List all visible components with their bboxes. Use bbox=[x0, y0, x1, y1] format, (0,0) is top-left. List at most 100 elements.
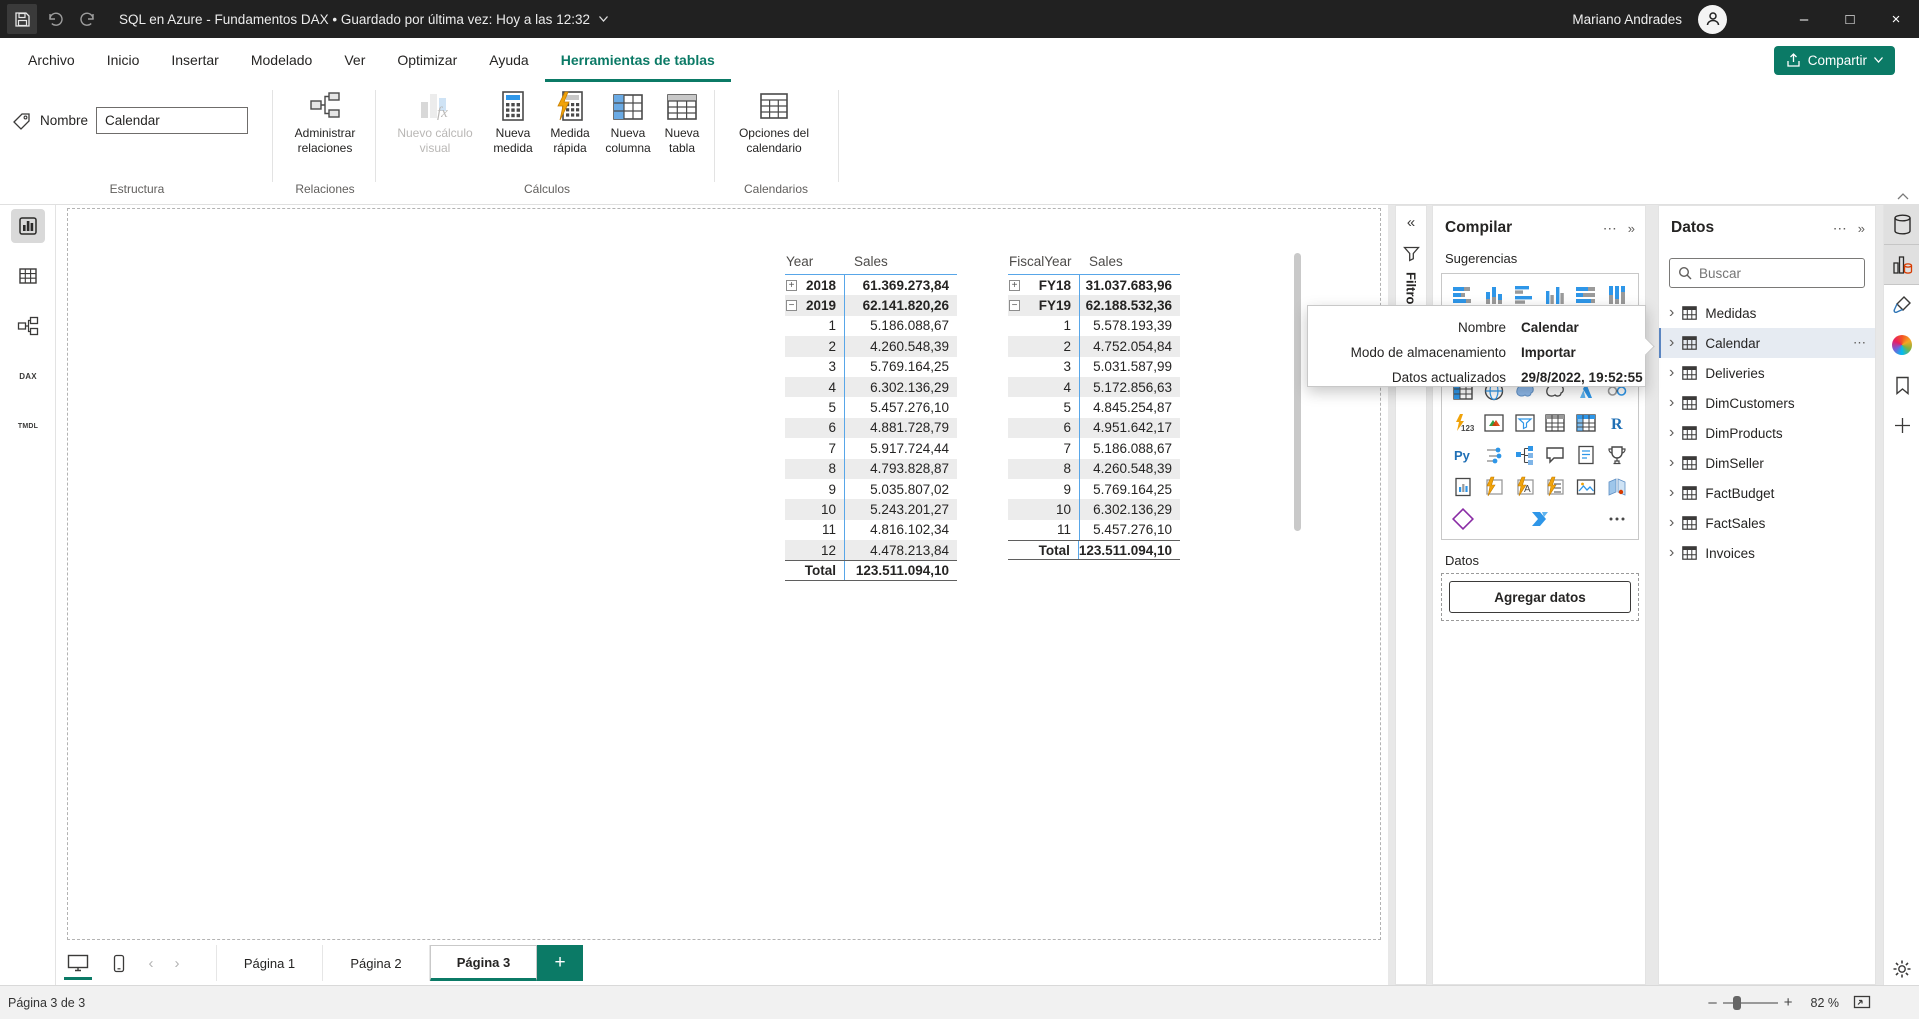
column-header[interactable]: Year bbox=[785, 248, 845, 274]
data-pane-more-button[interactable]: ⋯ bbox=[1833, 220, 1848, 237]
menu-tab-modelado[interactable]: Modelado bbox=[235, 38, 329, 82]
field-list-item-dimproducts[interactable]: › DimProducts bbox=[1659, 418, 1875, 448]
copilot-button[interactable] bbox=[1884, 325, 1919, 365]
menu-tab-optimizar[interactable]: Optimizar bbox=[381, 38, 473, 82]
table-row[interactable]: 75.917.724,44 bbox=[785, 438, 957, 458]
table-visual-fiscalyear[interactable]: FiscalYearSales+FY1831.037.683,96−FY1962… bbox=[1008, 248, 1180, 560]
table-row[interactable]: 46.302.136,29 bbox=[785, 377, 957, 397]
table-row[interactable]: 55.457.276,10 bbox=[785, 397, 957, 417]
table-row[interactable]: 35.031.587,99 bbox=[1008, 357, 1180, 377]
next-page-button[interactable]: › bbox=[164, 945, 190, 981]
new-table-button[interactable]: Nueva tabla bbox=[658, 86, 706, 155]
qa-icon[interactable] bbox=[1542, 442, 1568, 468]
chevron-right-icon[interactable]: › bbox=[1669, 484, 1674, 502]
menu-tab-herramientas-de-tablas[interactable]: Herramientas de tablas bbox=[545, 38, 731, 82]
table-row[interactable]: +201861.369.273,84 bbox=[785, 275, 957, 295]
report-canvas[interactable]: YearSales+201861.369.273,84−201962.141.8… bbox=[56, 205, 1388, 985]
power-apps-icon[interactable] bbox=[1450, 506, 1476, 532]
menu-tab-ayuda[interactable]: Ayuda bbox=[473, 38, 544, 82]
table-row[interactable]: 115.457.276,10 bbox=[1008, 520, 1180, 540]
chevron-right-icon[interactable]: › bbox=[1669, 514, 1674, 532]
dumbbell-chart-icon[interactable] bbox=[1481, 442, 1507, 468]
desktop-layout-button[interactable] bbox=[56, 945, 100, 981]
column-header[interactable]: Sales bbox=[845, 248, 957, 274]
field-list-item-calendar[interactable]: › Calendar⋯ bbox=[1659, 328, 1875, 358]
field-list-item-factbudget[interactable]: › FactBudget bbox=[1659, 478, 1875, 508]
table-row[interactable]: 106.302.136,29 bbox=[1008, 499, 1180, 519]
manage-relationships-button[interactable]: Administrar relaciones bbox=[282, 86, 368, 155]
table-row[interactable]: 75.186.088,67 bbox=[1008, 438, 1180, 458]
page-tab-página-3[interactable]: Página 3 bbox=[430, 945, 537, 981]
field-list-item-deliveries[interactable]: › Deliveries bbox=[1659, 358, 1875, 388]
bookmarks-pane-button[interactable] bbox=[1884, 365, 1919, 405]
expand-toggle-icon[interactable]: + bbox=[1009, 280, 1020, 291]
smart-narrative-icon[interactable] bbox=[1573, 442, 1599, 468]
menu-tab-archivo[interactable]: Archivo bbox=[12, 38, 91, 82]
chevron-right-icon[interactable]: › bbox=[1669, 454, 1674, 472]
menu-tab-insertar[interactable]: Insertar bbox=[155, 38, 234, 82]
table-row[interactable]: −FY1962.188.532,36 bbox=[1008, 295, 1180, 315]
dax-query-view-button[interactable]: DAX bbox=[11, 359, 45, 393]
build-pane-collapse-button[interactable]: » bbox=[1628, 221, 1635, 236]
redo-button[interactable] bbox=[71, 0, 105, 38]
account-avatar[interactable] bbox=[1698, 5, 1727, 34]
add-pane-button[interactable] bbox=[1884, 405, 1919, 445]
field-list-item-dimcustomers[interactable]: › DimCustomers bbox=[1659, 388, 1875, 418]
power-automate-icon[interactable] bbox=[1527, 506, 1553, 532]
more-visuals-icon[interactable] bbox=[1604, 506, 1630, 532]
table-name-input[interactable] bbox=[96, 107, 248, 134]
mobile-layout-button[interactable] bbox=[100, 945, 138, 981]
field-list-item-dimseller[interactable]: › DimSeller bbox=[1659, 448, 1875, 478]
build-pane-more-button[interactable]: ⋯ bbox=[1603, 220, 1618, 237]
menu-tab-ver[interactable]: Ver bbox=[328, 38, 381, 82]
data-pane-collapse-button[interactable]: » bbox=[1858, 221, 1865, 236]
menu-tab-inicio[interactable]: Inicio bbox=[91, 38, 156, 82]
table-row[interactable]: 84.260.548,39 bbox=[1008, 459, 1180, 479]
collapse-ribbon-button[interactable] bbox=[1897, 193, 1909, 200]
chevron-right-icon[interactable]: › bbox=[1669, 424, 1674, 442]
page-tab-página-2[interactable]: Página 2 bbox=[323, 945, 430, 981]
zoom-out-button[interactable]: – bbox=[1702, 994, 1722, 1011]
field-item-more-button[interactable]: ⋯ bbox=[1853, 335, 1867, 351]
maximize-button[interactable]: □ bbox=[1827, 0, 1873, 38]
field-list-item-invoices[interactable]: › Invoices bbox=[1659, 538, 1875, 568]
table-row[interactable]: 24.752.054,84 bbox=[1008, 336, 1180, 356]
table-row[interactable]: +FY1831.037.683,96 bbox=[1008, 275, 1180, 295]
zoom-in-button[interactable]: + bbox=[1778, 994, 1799, 1011]
calculation-group-icon[interactable]: 123 bbox=[1450, 410, 1476, 436]
paginated-report-icon[interactable] bbox=[1450, 474, 1476, 500]
filter-funnel-icon[interactable] bbox=[1403, 245, 1420, 262]
share-button[interactable]: Compartir bbox=[1774, 46, 1895, 75]
format-pane-button[interactable] bbox=[1884, 285, 1919, 325]
table-row[interactable]: 95.035.807,02 bbox=[785, 479, 957, 499]
minimize-button[interactable]: – bbox=[1781, 0, 1827, 38]
table-row[interactable]: 84.793.828,87 bbox=[785, 459, 957, 479]
calendar-options-button[interactable]: Opciones del calendario bbox=[722, 86, 826, 155]
column-header[interactable]: Sales bbox=[1080, 248, 1180, 274]
preview-visual-2-icon[interactable]: A bbox=[1512, 474, 1538, 500]
undo-button[interactable] bbox=[37, 0, 71, 38]
settings-button[interactable] bbox=[1884, 959, 1919, 979]
matrix-icon[interactable] bbox=[1573, 410, 1599, 436]
expand-toggle-icon[interactable]: − bbox=[1009, 300, 1020, 311]
zoom-slider[interactable] bbox=[1723, 1002, 1778, 1004]
field-list-item-medidas[interactable]: › Medidas bbox=[1659, 298, 1875, 328]
previous-page-button[interactable]: ‹ bbox=[138, 945, 164, 981]
table-visual-year[interactable]: YearSales+201861.369.273,84−201962.141.8… bbox=[785, 248, 957, 581]
build-pane-switch-button[interactable] bbox=[1884, 245, 1919, 285]
tmdl-view-button[interactable]: TMDL bbox=[11, 409, 45, 443]
table-row[interactable]: 15.186.088,67 bbox=[785, 316, 957, 336]
expand-toggle-icon[interactable]: + bbox=[786, 280, 797, 291]
table-row[interactable]: 24.260.548,39 bbox=[785, 336, 957, 356]
preview-visual-3-icon[interactable] bbox=[1542, 474, 1568, 500]
page-tab-página-1[interactable]: Página 1 bbox=[216, 945, 323, 981]
new-column-button[interactable]: Nueva columna bbox=[602, 86, 654, 155]
data-view-button[interactable] bbox=[11, 259, 45, 293]
document-title-menu[interactable]: SQL en Azure - Fundamentos DAX • Guardad… bbox=[119, 12, 608, 27]
chevron-right-icon[interactable]: › bbox=[1669, 304, 1674, 322]
python-visual-icon[interactable]: Py bbox=[1450, 442, 1476, 468]
search-box[interactable] bbox=[1669, 258, 1865, 288]
table-row[interactable]: 64.881.728,79 bbox=[785, 418, 957, 438]
table-row[interactable]: 15.578.193,39 bbox=[1008, 316, 1180, 336]
table-row[interactable]: 105.243.201,27 bbox=[785, 499, 957, 519]
